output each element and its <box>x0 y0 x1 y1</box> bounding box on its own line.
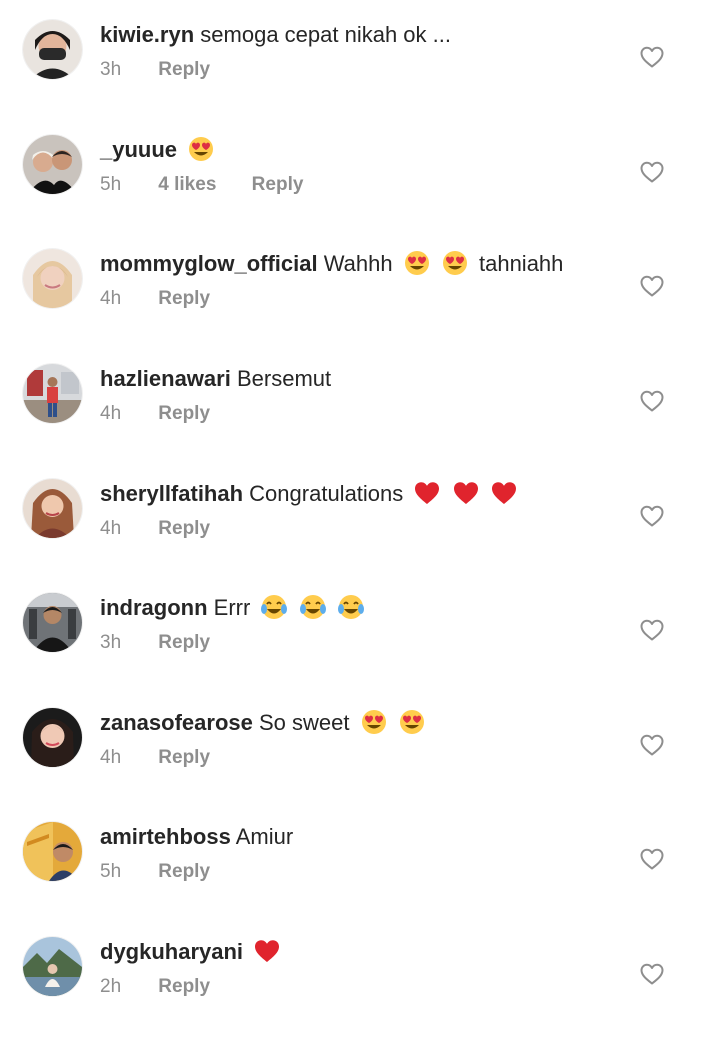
comment-text: Amiur <box>235 824 294 849</box>
comment-meta: 5h 4 likes Reply <box>100 172 303 198</box>
heart-eyes-emoji <box>441 249 469 277</box>
heart-eyes-emoji <box>187 135 215 163</box>
comment-text: semoga cepat nikah ok ... <box>200 22 451 47</box>
comment-username[interactable]: sheryllfatihah <box>100 481 243 506</box>
comment-meta: 4h Reply <box>100 745 210 771</box>
tears-of-joy-emoji <box>299 593 327 621</box>
comment-item: kiwie.ryn semoga cepat nikah ok ... 3h R… <box>0 19 705 133</box>
comment-item: indragonn Errr 3h Reply <box>0 592 705 706</box>
comment-username[interactable]: zanasofearose <box>100 710 253 735</box>
reply-button[interactable]: Reply <box>158 516 210 542</box>
comment-text: Wahhh <box>323 251 393 276</box>
comment-item: zanasofearose So sweet 4h Reply <box>0 707 705 821</box>
tears-of-joy-emoji <box>260 593 288 621</box>
reply-button[interactable]: Reply <box>158 57 210 83</box>
heart-eyes-emoji <box>360 708 388 736</box>
comment-meta: 4h Reply <box>100 401 210 427</box>
comment-text: So sweet <box>258 710 350 735</box>
red-heart-emoji <box>413 479 441 507</box>
avatar[interactable] <box>23 20 82 79</box>
comment-meta: 5h Reply <box>100 859 210 885</box>
heart-outline-icon[interactable] <box>638 616 666 644</box>
comment-meta: 4h Reply <box>100 286 210 312</box>
comment-text: Errr <box>213 595 251 620</box>
comment-time: 2h <box>100 976 122 997</box>
comment-time: 3h <box>100 59 122 80</box>
avatar[interactable] <box>23 249 82 308</box>
reply-button[interactable]: Reply <box>158 745 210 771</box>
comment-time: 5h <box>100 174 122 195</box>
comment-item: hazlienawari Bersemut 4h Reply <box>0 363 705 477</box>
comment-item: dygkuharyani 2h Reply <box>0 936 705 1050</box>
avatar[interactable] <box>23 708 82 767</box>
comment-time: 4h <box>100 518 122 539</box>
heart-outline-icon[interactable] <box>638 731 666 759</box>
comment-username[interactable]: dygkuharyani <box>100 939 243 964</box>
comment-text: Congratulations <box>249 481 404 506</box>
avatar[interactable] <box>23 937 82 996</box>
reply-button[interactable]: Reply <box>158 630 210 656</box>
comment-text-line: amirtehboss Amiur <box>100 821 293 853</box>
comment-meta: 4h Reply <box>100 516 210 542</box>
reply-button[interactable]: Reply <box>158 286 210 312</box>
comment-text-line: indragonn Errr <box>100 592 365 624</box>
comment-username[interactable]: indragonn <box>100 595 208 620</box>
heart-outline-icon[interactable] <box>638 502 666 530</box>
heart-outline-icon[interactable] <box>638 387 666 415</box>
heart-outline-icon[interactable] <box>638 845 666 873</box>
heart-eyes-emoji <box>403 249 431 277</box>
comment-text-line: dygkuharyani <box>100 936 281 968</box>
comment-username[interactable]: mommyglow_official <box>100 251 318 276</box>
heart-outline-icon[interactable] <box>638 43 666 71</box>
comment-time: 4h <box>100 288 122 309</box>
comment-item: _yuuue 5h 4 likes Reply <box>0 134 705 248</box>
avatar[interactable] <box>23 135 82 194</box>
comment-likes[interactable]: 4 likes <box>158 172 216 198</box>
comment-time: 4h <box>100 747 122 768</box>
tears-of-joy-emoji <box>337 593 365 621</box>
comment-item: sheryllfatihah Congratulations 4h Reply <box>0 478 705 592</box>
red-heart-emoji <box>253 937 281 965</box>
heart-eyes-emoji <box>398 708 426 736</box>
comment-username[interactable]: amirtehboss <box>100 824 231 849</box>
avatar[interactable] <box>23 364 82 423</box>
comment-time: 4h <box>100 403 122 424</box>
comment-time: 3h <box>100 632 122 653</box>
red-heart-emoji <box>490 479 518 507</box>
comment-username[interactable]: _yuuue <box>100 137 177 162</box>
reply-button[interactable]: Reply <box>158 974 210 1000</box>
avatar[interactable] <box>23 822 82 881</box>
comment-item: mommyglow_official Wahhh tahniahh 4h Rep… <box>0 248 705 362</box>
comment-meta: 2h Reply <box>100 974 210 1000</box>
comment-text-line: kiwie.ryn semoga cepat nikah ok ... <box>100 19 451 51</box>
comment-meta: 3h Reply <box>100 57 210 83</box>
comment-time: 5h <box>100 861 122 882</box>
avatar[interactable] <box>23 593 82 652</box>
comment-text: Bersemut <box>236 366 332 391</box>
heart-outline-icon[interactable] <box>638 158 666 186</box>
avatar[interactable] <box>23 479 82 538</box>
comment-text-line: sheryllfatihah Congratulations <box>100 478 518 510</box>
red-heart-emoji <box>452 479 480 507</box>
comment-meta: 3h Reply <box>100 630 210 656</box>
comment-text-line: mommyglow_official Wahhh tahniahh <box>100 248 563 280</box>
comment-text-line: zanasofearose So sweet <box>100 707 426 739</box>
reply-button[interactable]: Reply <box>158 401 210 427</box>
comment-text-line: _yuuue <box>100 134 215 166</box>
heart-outline-icon[interactable] <box>638 960 666 988</box>
comment-username[interactable]: hazlienawari <box>100 366 231 391</box>
comment-text-after: tahniahh <box>478 251 564 276</box>
comment-text-line: hazlienawari Bersemut <box>100 363 331 395</box>
reply-button[interactable]: Reply <box>252 172 304 198</box>
reply-button[interactable]: Reply <box>158 859 210 885</box>
comments-list: kiwie.ryn semoga cepat nikah ok ... 3h R… <box>0 0 705 1024</box>
comment-username[interactable]: kiwie.ryn <box>100 22 194 47</box>
comment-item: amirtehboss Amiur 5h Reply <box>0 821 705 935</box>
heart-outline-icon[interactable] <box>638 272 666 300</box>
